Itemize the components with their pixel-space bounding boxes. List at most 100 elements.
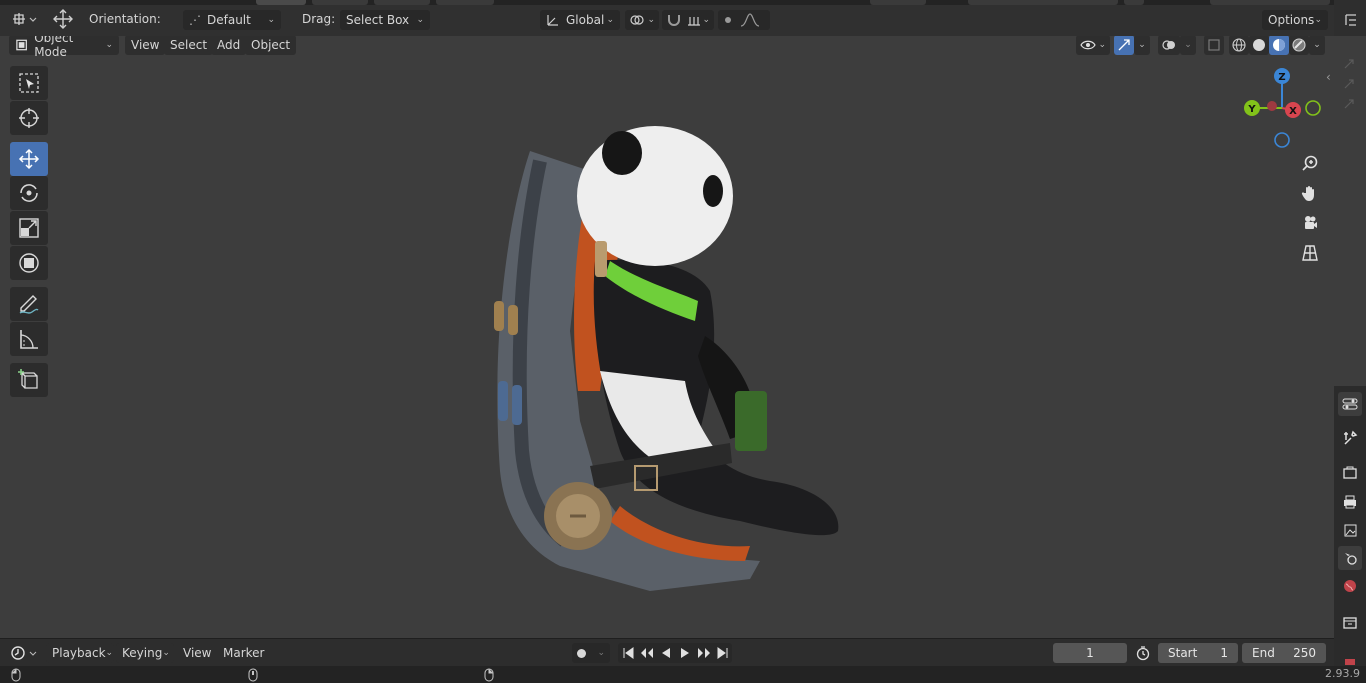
editor-type-button[interactable] <box>8 9 40 29</box>
shading-dropdown[interactable]: ⌄ <box>1309 36 1325 55</box>
tab-sculpting[interactable] <box>374 0 430 5</box>
sidebar-collapse-icon[interactable]: ‹ <box>1326 70 1331 84</box>
start-frame-field[interactable]: Start 1 <box>1158 643 1238 663</box>
zoom-button[interactable] <box>1298 151 1322 175</box>
grid-perspective-icon <box>1302 245 1318 261</box>
shading-wireframe-button[interactable] <box>1229 36 1249 55</box>
auto-keying-toggle[interactable]: ⌄ <box>572 643 610 663</box>
overlays-toggle-button[interactable] <box>1158 36 1180 55</box>
overlays-dropdown[interactable]: ⌄ <box>1180 36 1196 55</box>
tab-layout[interactable] <box>256 0 306 5</box>
menu-select[interactable]: Select <box>164 36 214 55</box>
next-keyframe-button[interactable] <box>694 643 713 663</box>
outliner-editor-button[interactable] <box>1340 10 1362 30</box>
camera-view-button[interactable] <box>1298 211 1322 235</box>
stopwatch-icon <box>1136 646 1150 661</box>
timeline-menu-view[interactable]: View <box>177 643 217 663</box>
end-frame-field[interactable]: End 250 <box>1242 643 1326 663</box>
gizmo-z-label: Z <box>1278 72 1285 83</box>
tab-tool-settings[interactable] <box>1338 392 1362 416</box>
current-frame-field[interactable]: 1 <box>1053 643 1127 663</box>
pivot-point-dropdown[interactable]: ⌄ <box>625 10 659 30</box>
play-reverse-button[interactable] <box>656 643 675 663</box>
perspective-toggle-button[interactable] <box>1298 241 1322 265</box>
timeline-editor-button[interactable] <box>8 643 40 663</box>
menu-add[interactable]: Add <box>211 36 247 55</box>
gizmo-faded-icons <box>1344 59 1354 109</box>
tool-add-cube[interactable] <box>10 363 48 397</box>
object-mode-icon <box>16 39 27 51</box>
tab-output[interactable] <box>1338 490 1362 514</box>
drag-label: Drag: <box>302 12 336 26</box>
orientation-label: Orientation: <box>89 12 161 26</box>
tool-rotate[interactable] <box>10 176 48 210</box>
tool-move[interactable] <box>10 142 48 176</box>
drag-dropdown[interactable]: Select Box ⌄ <box>340 10 430 30</box>
tab-scene[interactable] <box>1338 546 1362 570</box>
gizmo-icon <box>1118 39 1130 51</box>
tab-uv-editing[interactable] <box>436 0 494 5</box>
tab-modeling[interactable] <box>312 0 368 5</box>
transform-pivot-button[interactable] <box>50 8 76 30</box>
tool-select-box[interactable] <box>10 66 48 100</box>
chevron-down-icon: ⌄ <box>597 648 605 658</box>
chevron-down-icon: ⌄ <box>1184 40 1192 50</box>
playback-controls <box>618 643 732 663</box>
menu-view[interactable]: View <box>125 36 166 55</box>
chevron-down-icon: ⌄ <box>606 15 614 25</box>
scene-close[interactable] <box>1124 0 1144 5</box>
magnet-icon <box>668 15 680 26</box>
tool-annotate[interactable] <box>10 287 48 321</box>
xray-toggle-button[interactable] <box>1204 36 1224 55</box>
gizmo-toggle-button[interactable] <box>1114 36 1134 55</box>
shading-rendered-button[interactable] <box>1289 36 1309 55</box>
transform-space-value: Global <box>566 13 605 27</box>
visibility-dropdown[interactable]: ⌄ <box>1076 36 1110 55</box>
navigation-gizmo[interactable]: Z Y X <box>1236 66 1326 151</box>
tab-compositing[interactable] <box>870 0 926 5</box>
play-button[interactable] <box>675 643 694 663</box>
tool-measure[interactable] <box>10 322 48 356</box>
tab-render[interactable] <box>1338 460 1362 484</box>
orientation-dropdown[interactable]: ⋰ Default ⌄ <box>183 10 281 30</box>
tool-transform[interactable] <box>10 246 48 280</box>
scale-icon <box>19 218 39 238</box>
gizmo-dropdown[interactable]: ⌄ <box>1134 36 1150 55</box>
shading-solid-button[interactable] <box>1249 36 1269 55</box>
view-layer-selector[interactable] <box>1210 0 1330 5</box>
chevron-down-icon: ⌄ <box>647 15 655 25</box>
shading-material-button[interactable] <box>1269 36 1289 55</box>
scene-selector[interactable] <box>968 0 1118 5</box>
outliner-header <box>1334 0 1366 36</box>
tab-tool[interactable] <box>1338 426 1362 450</box>
options-dropdown[interactable]: Options ⌄ <box>1262 10 1328 30</box>
tab-object[interactable] <box>1342 656 1358 666</box>
version-label: 2.93.9 <box>1325 667 1360 680</box>
snap-dropdown[interactable]: ⌄ <box>662 10 714 30</box>
jump-start-button[interactable] <box>618 643 637 663</box>
tab-view-layer[interactable] <box>1338 518 1362 542</box>
pan-button[interactable] <box>1298 181 1322 205</box>
preview-range-toggle[interactable] <box>1133 643 1153 663</box>
move-arrows-icon <box>53 9 73 29</box>
tab-collection[interactable] <box>1338 610 1362 634</box>
menu-object[interactable]: Object <box>245 36 297 55</box>
panda-seat-model[interactable] <box>470 91 870 631</box>
editor-type-icon <box>13 13 37 25</box>
proportional-edit-dropdown[interactable] <box>718 10 770 30</box>
3d-viewport[interactable]: Object Mode ⌄ View Select Add Object ⌄ ⌄… <box>0 36 1334 638</box>
start-value: 1 <box>1220 646 1228 660</box>
play-reverse-icon <box>661 648 670 658</box>
transform-orientation-dropdown[interactable]: Global ⌄ <box>540 10 620 30</box>
jump-end-button[interactable] <box>713 643 732 663</box>
prev-keyframe-button[interactable] <box>637 643 656 663</box>
timeline-header: Playback ⌄ Keying ⌄ View Marker ⌄ 1 Star… <box>0 638 1334 666</box>
tool-cursor[interactable] <box>10 101 48 135</box>
timeline-menu-marker[interactable]: Marker <box>217 643 270 663</box>
keying-menu[interactable]: Keying ⌄ <box>116 643 174 663</box>
mode-dropdown[interactable]: Object Mode ⌄ <box>9 36 119 59</box>
end-value: 250 <box>1293 646 1316 660</box>
playback-menu[interactable]: Playback ⌄ <box>46 643 114 663</box>
tab-world[interactable] <box>1338 574 1362 598</box>
tool-scale[interactable] <box>10 211 48 245</box>
